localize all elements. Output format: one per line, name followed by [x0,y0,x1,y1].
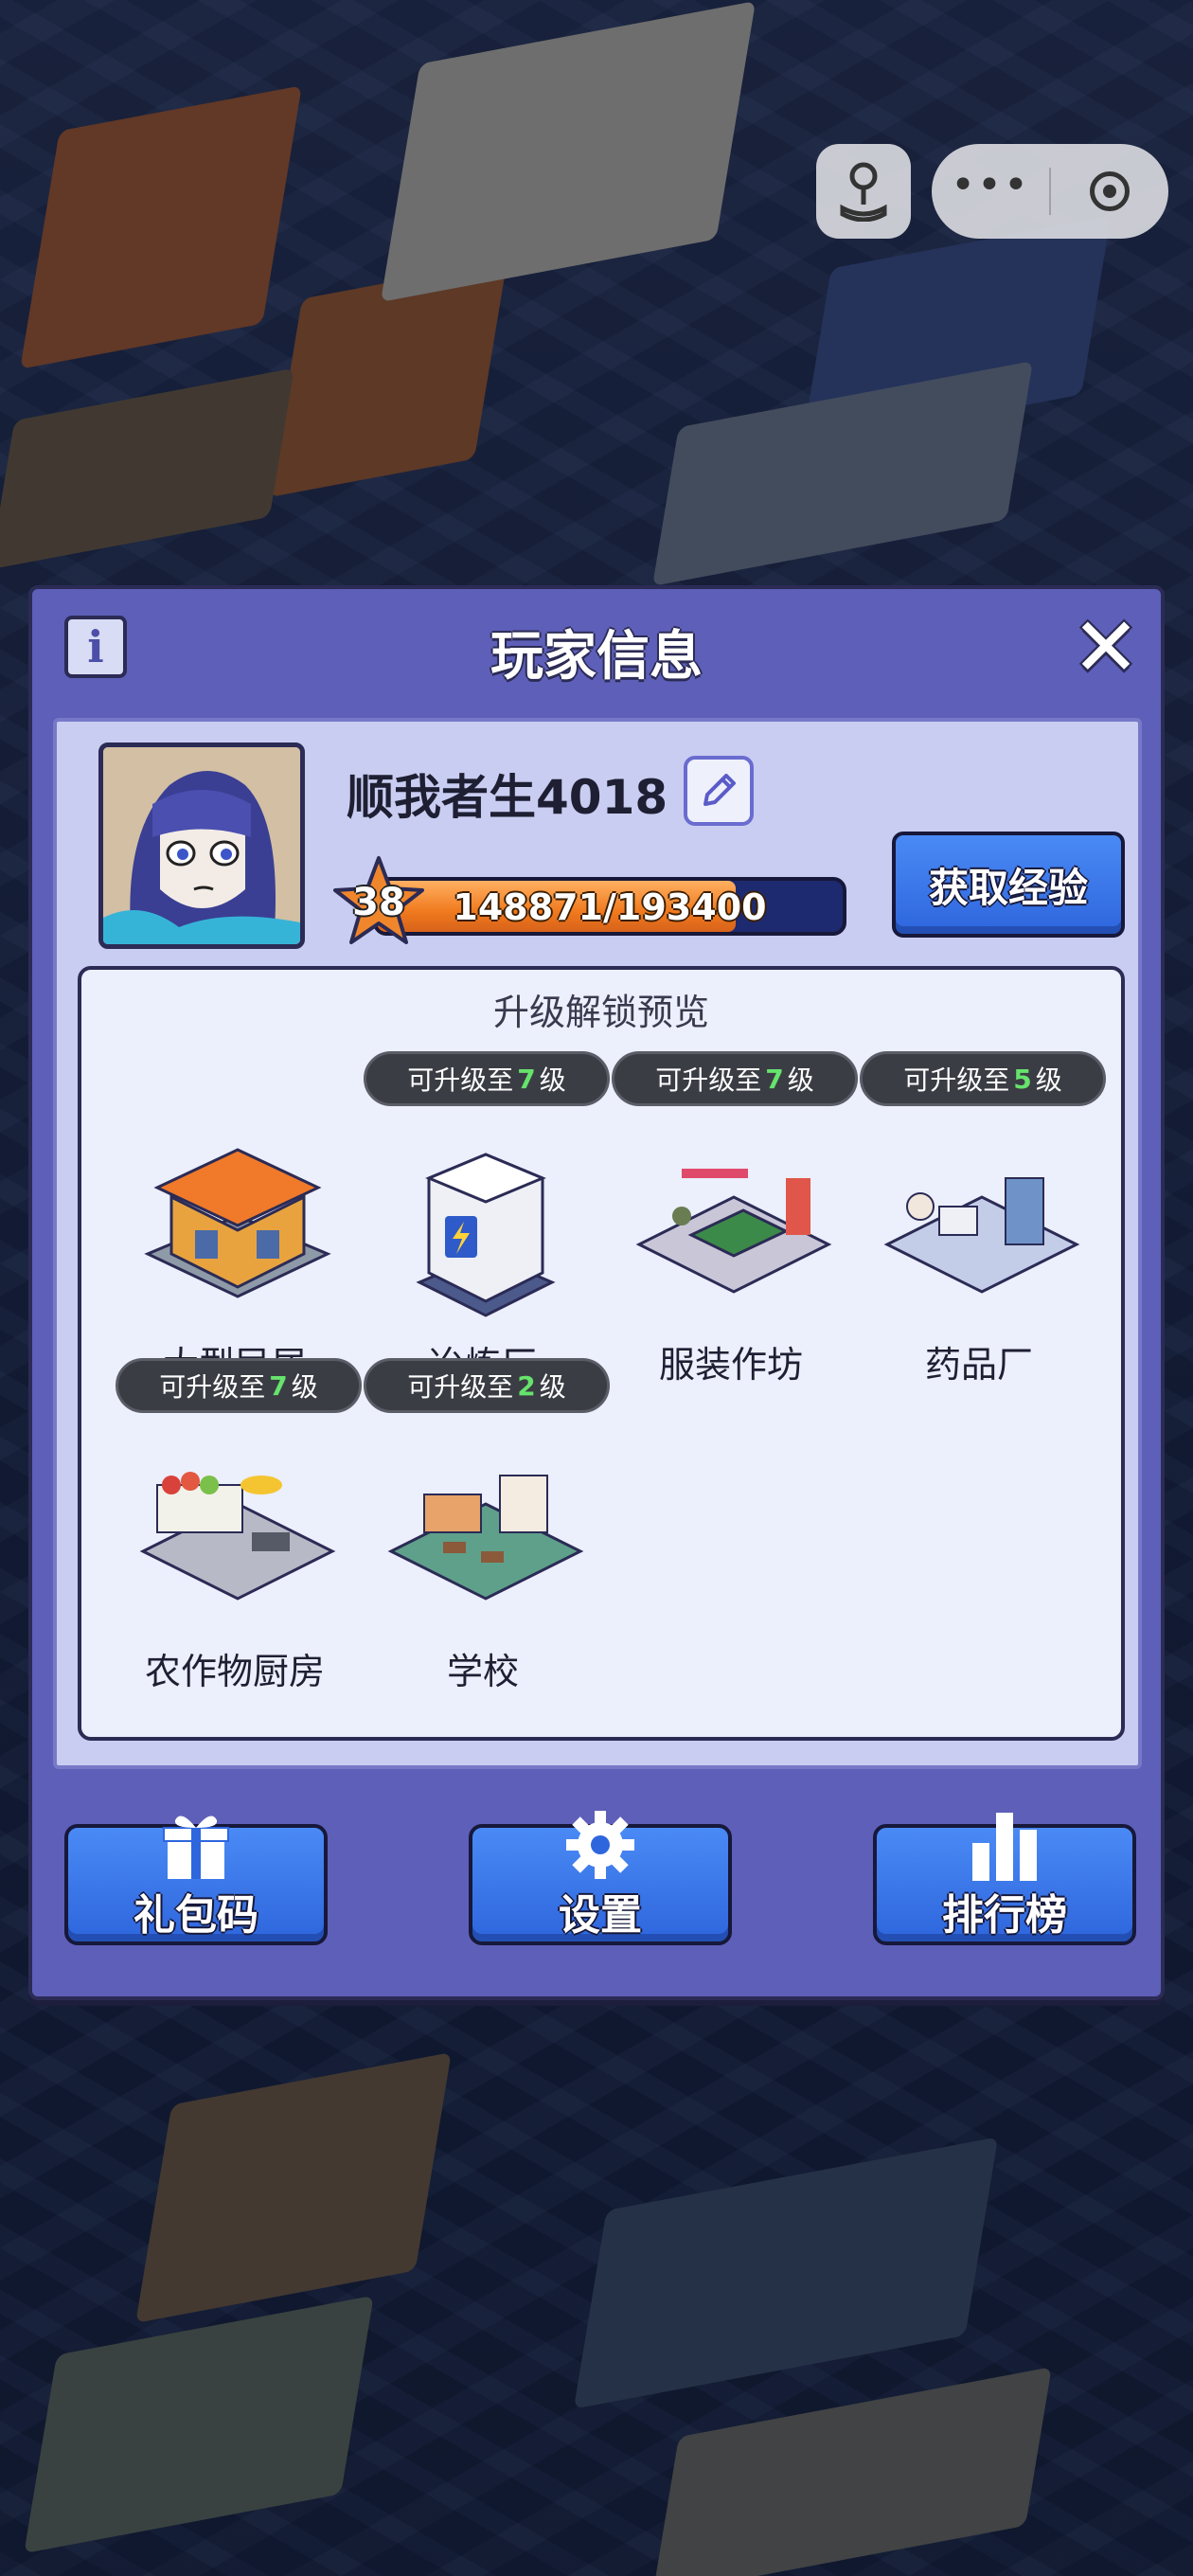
upgrade-level-tag: 可升级至 7 级 [612,1051,858,1106]
joystick-button[interactable] [816,144,911,239]
upgrade-unlock-preview: 升级解锁预览 大型民居 可升级至7级 [78,966,1125,1741]
upgrade-level-tag: 可升级至 5 级 [860,1051,1106,1106]
tag-prefix: 可升级至 [407,1064,514,1096]
more-dots-icon: ••• [951,161,1030,209]
avatar[interactable] [98,742,305,949]
get-experience-button[interactable]: 获取经验 [892,832,1125,938]
tag-level: 7 [517,1063,536,1095]
exit-button[interactable] [1051,144,1168,239]
exp-progress-track: 148871/193400 [373,877,846,936]
exp-progress-text: 148871/193400 [453,886,767,928]
bar-chart-icon [972,1813,1037,1881]
tag-level: 5 [1013,1063,1032,1095]
tag-prefix: 可升级至 [407,1371,514,1403]
clothing-workshop-icon [635,1169,832,1294]
tag-suffix: 级 [787,1064,814,1096]
large-house-icon [144,1148,331,1298]
avatar-portrait-icon [103,747,300,944]
building-card-pharmacy[interactable]: 可升级至 5 级 药品厂 [854,1051,1106,1405]
record-target-icon [1090,171,1130,211]
school-icon [387,1475,584,1601]
tag-level: 2 [517,1369,536,1402]
gear-icon [566,1811,634,1879]
pharmacy-icon [883,1177,1080,1294]
building-name: 学校 [446,1651,519,1692]
tag-prefix: 可升级至 [903,1064,1010,1096]
joystick-icon [840,162,887,222]
close-button[interactable]: ✕ [1068,600,1144,695]
panel-title: 玩家信息 [490,626,703,688]
smelter-icon [416,1153,556,1317]
upgrade-level-tag: 可升级至 7 级 [364,1051,610,1106]
upgrade-level-tag: 可升级至 7 级 [116,1358,362,1413]
ranking-label: 排行榜 [942,1891,1067,1940]
building-card-crop-kitchen[interactable]: 可升级至 7 级 农作物厨房 [110,1358,362,1712]
more-button[interactable]: ••• [932,144,1049,239]
tag-suffix: 级 [1035,1064,1062,1096]
building-name: 服装作坊 [658,1344,803,1386]
panel-header: i 玩家信息 ✕ [32,589,1161,703]
tag-prefix: 可升级至 [159,1371,266,1403]
mini-program-capsule: ••• [932,144,1168,239]
tag-suffix: 级 [291,1371,318,1403]
pencil-icon [703,774,736,806]
ranking-button[interactable]: 排行榜 [873,1813,1136,1945]
building-name: 药品厂 [924,1344,1033,1386]
player-name: 顺我者生4018 [347,770,668,825]
player-info-panel: i 玩家信息 ✕ 顺我者生4018 148871/193400 38 获取经验 … [28,585,1165,2000]
tag-prefix: 可升级至 [655,1064,762,1096]
gift-icon [163,1816,229,1879]
tag-level: 7 [765,1063,784,1095]
upgrade-level-tag: 可升级至 2 级 [364,1358,610,1413]
close-icon: ✕ [1071,600,1141,695]
gift-code-button[interactable]: 礼包码 [64,1816,328,1945]
building-name: 农作物厨房 [144,1651,325,1692]
player-level: 38 [352,881,405,924]
building-card-clothing-workshop[interactable]: 可升级至 7 级 服装作坊 [606,1051,858,1405]
settings-button[interactable]: 设置 [469,1811,732,1945]
tag-suffix: 级 [539,1064,566,1096]
gift-code-label: 礼包码 [134,1891,258,1940]
tag-level: 7 [269,1369,288,1402]
experience-bar: 148871/193400 38 [333,856,846,944]
settings-label: 设置 [559,1891,642,1940]
crop-kitchen-icon [139,1472,336,1601]
edit-name-button[interactable] [684,756,754,826]
player-info-content: 顺我者生4018 148871/193400 38 获取经验 升级解锁预览 可升… [53,718,1142,1769]
building-card-school[interactable]: 可升级至 2 级 学校 [358,1358,610,1712]
tag-suffix: 级 [539,1371,566,1403]
preview-title: 升级解锁预览 [492,992,709,1033]
